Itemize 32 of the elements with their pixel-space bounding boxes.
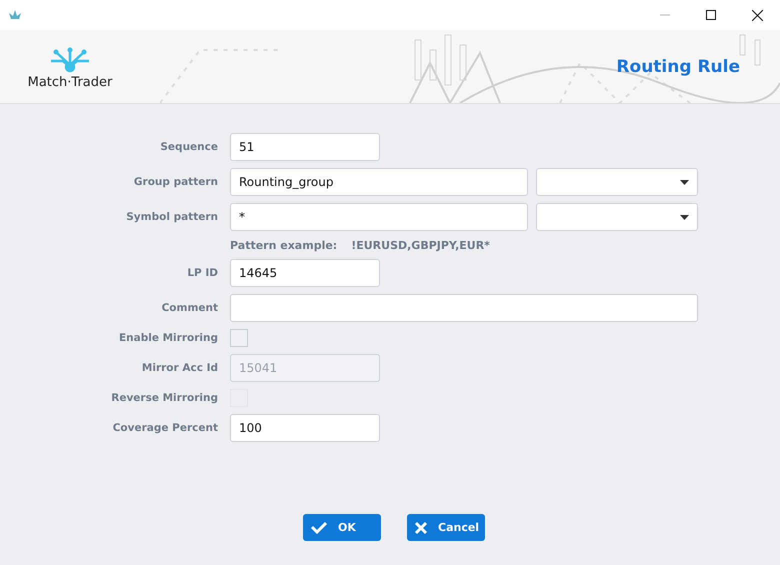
ok-button[interactable]: OK bbox=[303, 514, 381, 541]
app-icon bbox=[8, 10, 22, 20]
checkbox[interactable] bbox=[230, 329, 248, 347]
field-label: Enable Mirroring bbox=[118, 332, 218, 344]
close-icon bbox=[752, 10, 762, 20]
field-label: LP ID bbox=[186, 267, 218, 279]
logo-text: Match·Trader bbox=[28, 75, 112, 90]
close-icon bbox=[414, 520, 428, 534]
input-field[interactable]: * bbox=[230, 203, 528, 231]
dropdown[interactable] bbox=[536, 203, 698, 231]
input-field[interactable]: Rounting_group bbox=[230, 168, 528, 196]
field-label: Comment bbox=[160, 302, 218, 314]
caret-icon bbox=[680, 214, 689, 220]
cancel-button[interactable]: Cancel bbox=[407, 514, 485, 541]
field-label: Sequence bbox=[159, 141, 218, 153]
input-field[interactable]: 100 bbox=[230, 414, 380, 442]
hint-example: !EURUSD,GBPJPY,EUR* bbox=[351, 238, 490, 252]
caret-icon bbox=[680, 180, 689, 184]
field-label: Reverse Mirroring bbox=[110, 392, 218, 404]
maximize-icon bbox=[706, 10, 716, 20]
field-label: Coverage Percent bbox=[112, 422, 218, 434]
input-field[interactable]: 14645 bbox=[230, 259, 380, 287]
input-field[interactable]: 51 bbox=[230, 133, 380, 161]
minimize-icon bbox=[660, 14, 670, 16]
check-icon bbox=[310, 521, 328, 534]
field-label: Group pattern bbox=[132, 176, 218, 188]
dropdown[interactable] bbox=[536, 168, 698, 196]
input-field[interactable] bbox=[230, 294, 698, 322]
field-label: Mirror Acc Id bbox=[140, 362, 218, 374]
field-label: Symbol pattern bbox=[125, 211, 218, 223]
dialog-title: Routing Rule bbox=[616, 56, 740, 76]
hint-label: Pattern example: bbox=[230, 238, 338, 252]
